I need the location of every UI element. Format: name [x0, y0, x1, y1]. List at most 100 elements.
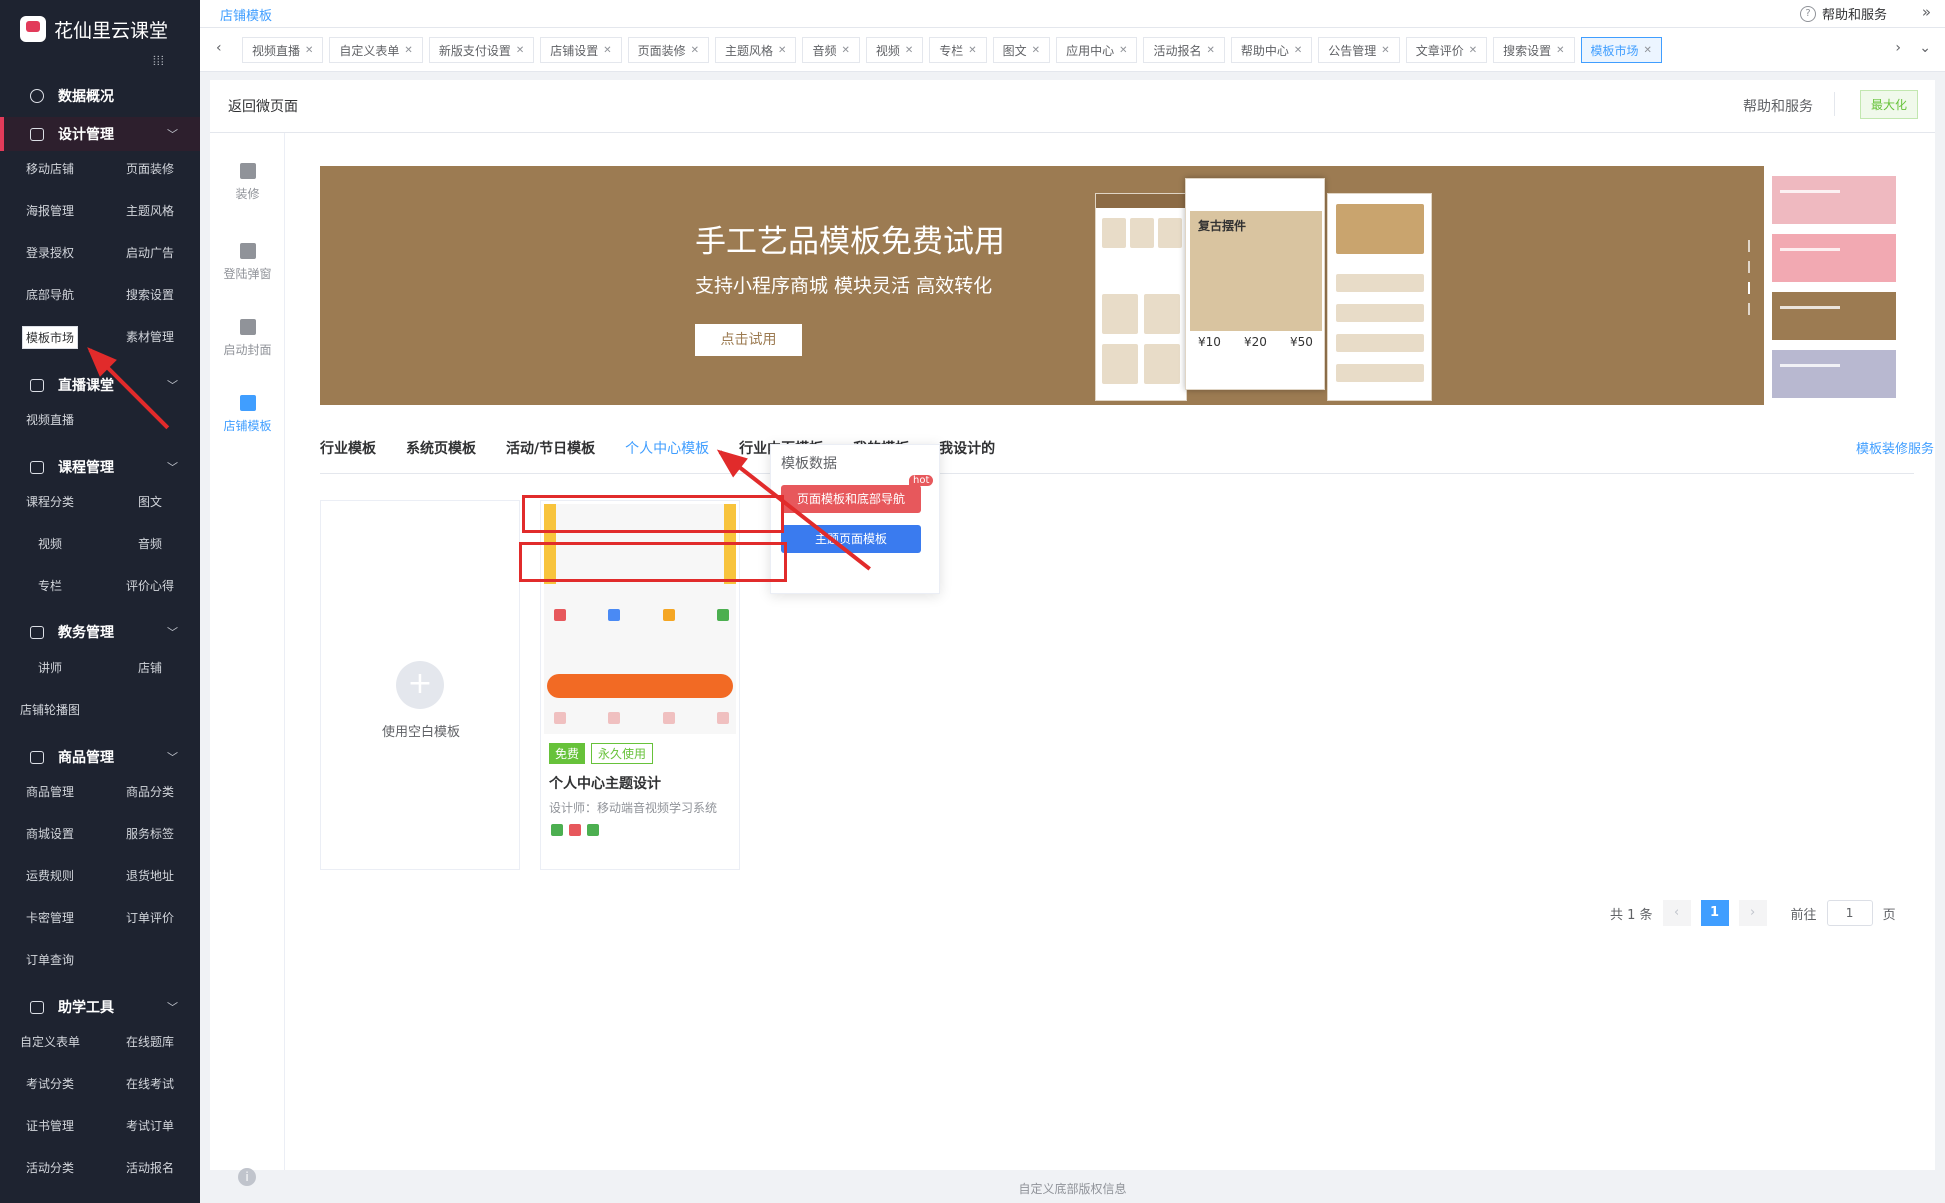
- section-course[interactable]: 课程管理 ﹀: [0, 450, 200, 484]
- close-icon[interactable]: ✕: [1644, 45, 1652, 56]
- sidebar-item-online-exam[interactable]: 在线考试: [126, 1075, 174, 1092]
- sidebar-item-goods[interactable]: 商品管理: [26, 783, 74, 800]
- sidebar-item-video[interactable]: 视频: [38, 535, 62, 552]
- help-link[interactable]: ? 帮助和服务: [1799, 4, 1887, 23]
- next-page-button[interactable]: ›: [1738, 900, 1767, 926]
- sidebar-item-exam-orders[interactable]: 考试订单: [126, 1117, 174, 1134]
- sidebar-item-mall-settings[interactable]: 商城设置: [26, 825, 74, 842]
- close-icon[interactable]: ✕: [1032, 45, 1040, 56]
- back-link[interactable]: 返回微页面: [228, 96, 298, 116]
- sidebar-item-return-address[interactable]: 退货地址: [126, 867, 174, 884]
- tab-item[interactable]: 页面装修 ✕: [627, 37, 710, 63]
- vnav-decorate[interactable]: 装修: [210, 163, 285, 202]
- sidebar-item-launch-ad[interactable]: 启动广告: [126, 244, 174, 261]
- sidebar-item-shipping[interactable]: 运费规则: [26, 867, 74, 884]
- section-goods[interactable]: 商品管理 ﹀: [0, 740, 200, 774]
- prev-page-button[interactable]: ‹: [1662, 900, 1691, 926]
- sidebar-item-video-live[interactable]: 视频直播: [26, 411, 74, 428]
- maximize-button[interactable]: 最大化: [1859, 90, 1918, 119]
- sidebar-item-template-market[interactable]: 模板市场: [22, 326, 79, 349]
- tab-item[interactable]: 主题风格 ✕: [715, 37, 797, 63]
- tab-item[interactable]: 文章评价 ✕: [1405, 37, 1488, 63]
- tab-item[interactable]: 模板市场 ✕: [1580, 37, 1662, 63]
- sidebar-item-course-category[interactable]: 课程分类: [26, 493, 74, 510]
- sidebar-item-activity-signup[interactable]: 活动报名: [126, 1159, 174, 1176]
- close-icon[interactable]: ✕: [1294, 45, 1302, 56]
- thumbnail[interactable]: [1772, 292, 1896, 340]
- chevron-right-icon[interactable]: ›: [1895, 40, 1901, 56]
- tab-item[interactable]: 店铺设置 ✕: [540, 37, 622, 63]
- tab-item[interactable]: 搜索设置 ✕: [1493, 37, 1575, 63]
- breadcrumb[interactable]: 店铺模板: [220, 5, 272, 24]
- page-number[interactable]: 1: [1700, 900, 1729, 926]
- close-icon[interactable]: ✕: [1381, 45, 1389, 56]
- close-icon[interactable]: ✕: [1556, 45, 1564, 56]
- section-tools[interactable]: 助学工具 ﹀: [0, 990, 200, 1024]
- panel-help-link[interactable]: 帮助和服务: [1743, 96, 1813, 116]
- tab-item[interactable]: 自定义表单 ✕: [329, 37, 423, 63]
- nav-overview[interactable]: 数据概况: [0, 82, 200, 110]
- category-tab[interactable]: 活动/节日模板: [506, 438, 595, 458]
- close-icon[interactable]: ✕: [905, 45, 913, 56]
- close-icon[interactable]: ✕: [305, 45, 313, 56]
- sidebar-item-goods-category[interactable]: 商品分类: [126, 783, 174, 800]
- category-tab[interactable]: 个人中心模板: [625, 438, 709, 458]
- sidebar-item-activity-category[interactable]: 活动分类: [26, 1159, 74, 1176]
- sidebar-item-mobile-shop[interactable]: 移动店铺: [26, 160, 74, 177]
- template-service-link[interactable]: 模板装修服务: [1856, 438, 1934, 457]
- tab-item[interactable]: 活动报名 ✕: [1143, 37, 1225, 63]
- try-button[interactable]: 点击试用: [695, 324, 802, 356]
- chevron-down-icon[interactable]: ⌄: [1919, 40, 1931, 56]
- close-icon[interactable]: ✕: [841, 45, 849, 56]
- sidebar-item-card-keys[interactable]: 卡密管理: [26, 909, 74, 926]
- tab-item[interactable]: 帮助中心 ✕: [1230, 37, 1313, 63]
- sidebar-item-page-decor[interactable]: 页面装修: [126, 160, 174, 177]
- sidebar-item-lecturer[interactable]: 讲师: [38, 659, 62, 676]
- sidebar-item-poster[interactable]: 海报管理: [26, 202, 74, 219]
- close-icon[interactable]: ✕: [404, 45, 412, 56]
- close-icon[interactable]: ✕: [603, 45, 611, 56]
- thumbnail[interactable]: [1772, 234, 1896, 282]
- tab-item[interactable]: 公告管理 ✕: [1318, 37, 1400, 63]
- sidebar-item-store[interactable]: 店铺: [138, 659, 162, 676]
- page-template-nav-button[interactable]: 页面模板和底部导航: [781, 485, 921, 513]
- sidebar-item-audio[interactable]: 音频: [138, 535, 162, 552]
- sidebar-item-column[interactable]: 专栏: [38, 577, 62, 594]
- sidebar-item-theme[interactable]: 主题风格: [126, 202, 174, 219]
- tab-item[interactable]: 新版支付设置 ✕: [428, 37, 535, 63]
- sidebar-item-search-settings[interactable]: 搜索设置: [126, 286, 174, 303]
- tab-item[interactable]: 视频 ✕: [865, 37, 924, 63]
- tab-item[interactable]: 图文 ✕: [992, 37, 1051, 63]
- section-academic[interactable]: 教务管理 ﹀: [0, 615, 200, 649]
- sidebar-item-certificates[interactable]: 证书管理: [26, 1117, 74, 1134]
- tab-item[interactable]: 应用中心 ✕: [1056, 37, 1138, 63]
- thumbnail[interactable]: [1772, 176, 1896, 224]
- sidebar-item-exam-category[interactable]: 考试分类: [26, 1075, 74, 1092]
- vnav-launch-cover[interactable]: 启动封面: [210, 319, 285, 358]
- close-icon[interactable]: ✕: [1119, 45, 1127, 56]
- sidebar-item-service-tags[interactable]: 服务标签: [126, 825, 174, 842]
- sidebar-item-order-reviews[interactable]: 订单评价: [126, 909, 174, 926]
- category-tab[interactable]: 我设计的: [939, 438, 995, 458]
- sidebar-item-bottom-nav[interactable]: 底部导航: [26, 286, 74, 303]
- section-design[interactable]: 设计管理 ﹀: [0, 117, 200, 151]
- tab-item[interactable]: 音频 ✕: [802, 37, 860, 63]
- blank-template-card[interactable]: + 使用空白模板: [320, 500, 520, 870]
- close-icon[interactable]: ✕: [778, 45, 786, 56]
- goto-page-input[interactable]: 1: [1826, 900, 1873, 926]
- sidebar-item-login-auth[interactable]: 登录授权: [26, 244, 74, 261]
- sidebar-item-assets[interactable]: 素材管理: [126, 328, 174, 345]
- category-tab[interactable]: 系统页模板: [406, 438, 476, 458]
- sidebar-item-order-query[interactable]: 订单查询: [26, 951, 74, 968]
- sidebar-item-question-bank[interactable]: 在线题库: [126, 1033, 174, 1050]
- double-chevron-right-icon[interactable]: »: [1922, 3, 1931, 21]
- tab-item[interactable]: 视频直播 ✕: [242, 37, 324, 63]
- sidebar-item-article[interactable]: 图文: [138, 493, 162, 510]
- sidebar-item-reviews[interactable]: 评价心得: [126, 577, 174, 594]
- vnav-store-template[interactable]: 店铺模板: [210, 395, 285, 434]
- tab-item[interactable]: 专栏 ✕: [929, 37, 987, 63]
- sidebar-item-custom-form[interactable]: 自定义表单: [20, 1033, 80, 1050]
- chevron-left-icon[interactable]: ‹: [216, 40, 222, 56]
- close-icon[interactable]: ✕: [691, 45, 699, 56]
- collapse-icon[interactable]: ⦙⦙⦙: [153, 54, 165, 69]
